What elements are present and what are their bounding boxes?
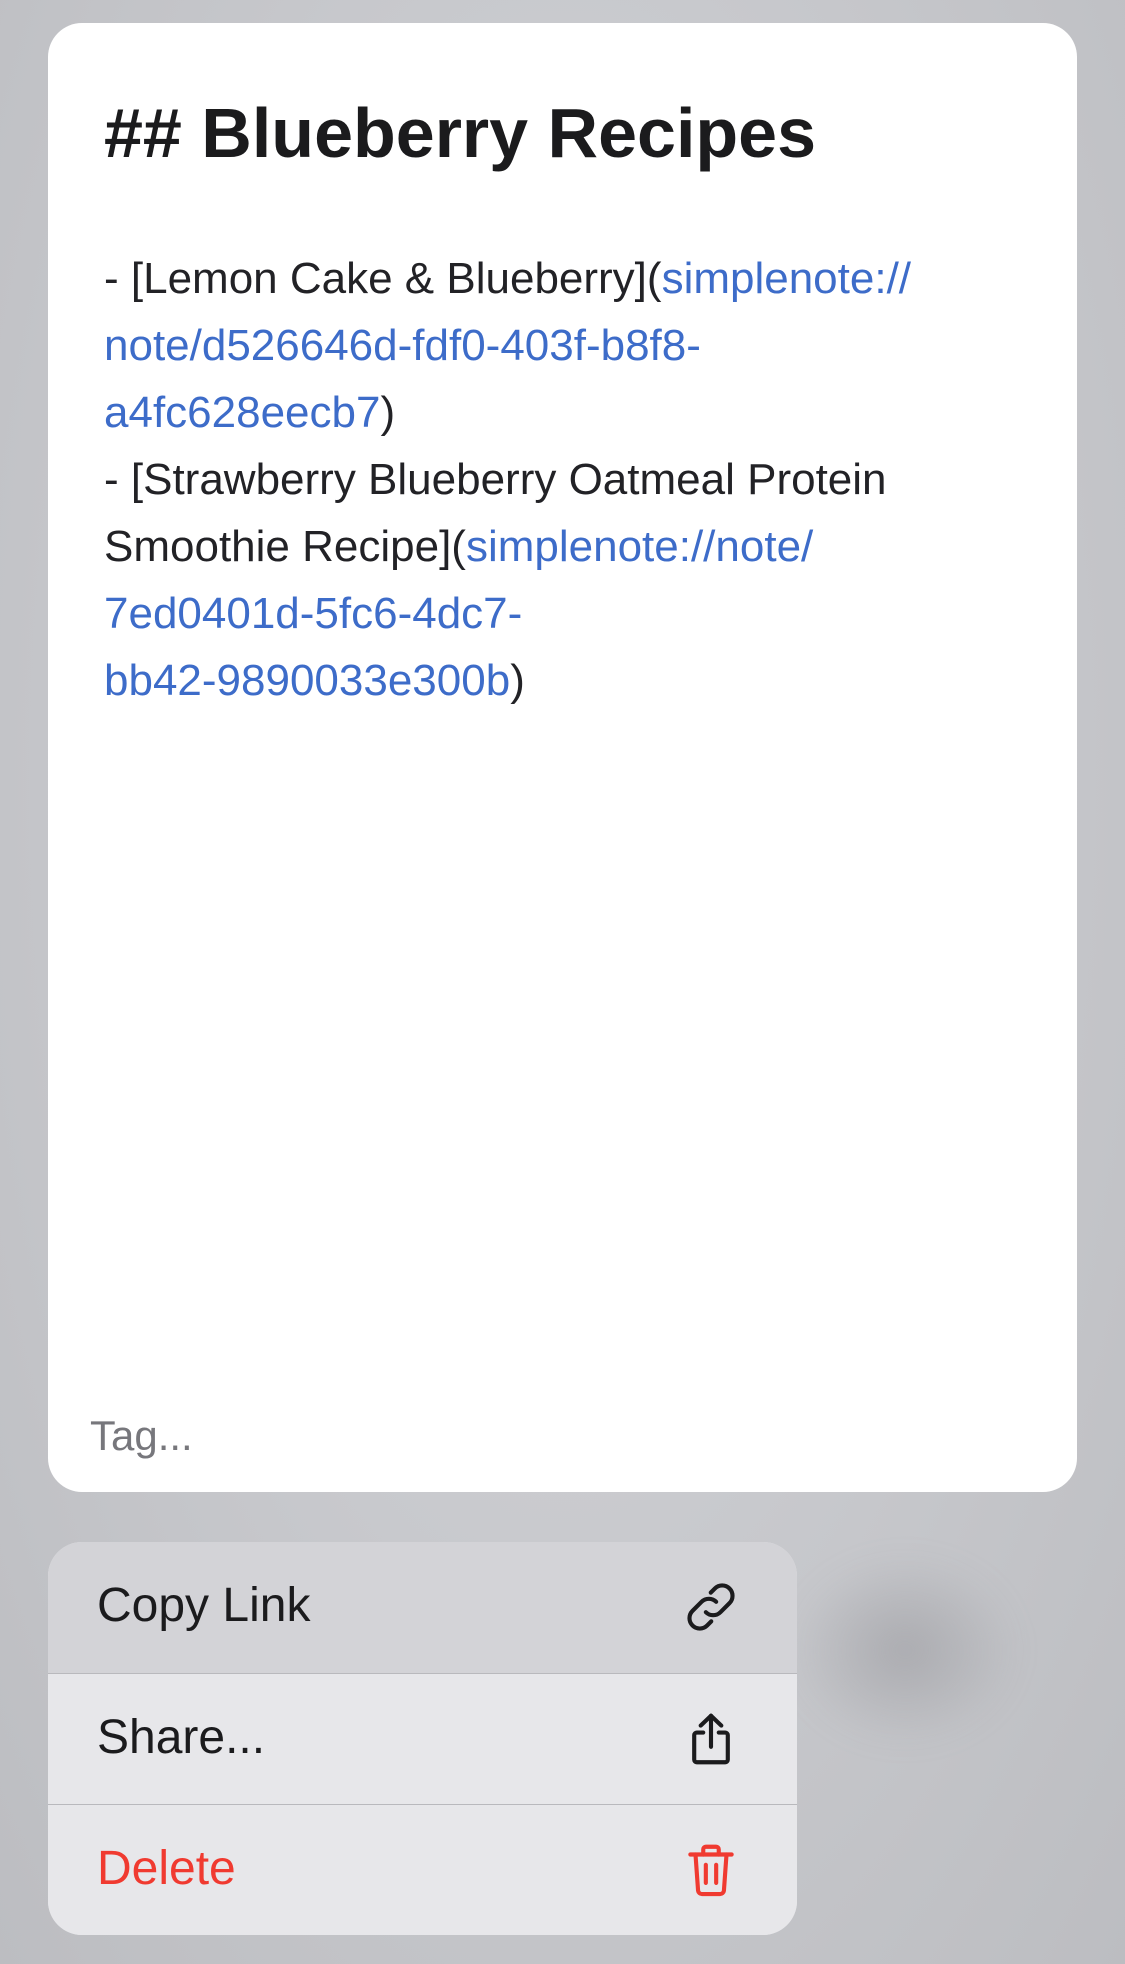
- note-text: ): [380, 388, 396, 437]
- note-link-text[interactable]: 7ed0401d-5fc6-4dc7-: [104, 589, 522, 638]
- delete-menu-item[interactable]: Delete: [48, 1805, 797, 1935]
- note-link-text[interactable]: note/d526646d-fdf0-403f-b8f8-: [104, 321, 701, 370]
- note-text: Smoothie Recipe](: [104, 522, 466, 571]
- context-menu: Copy Link Share... Delete: [48, 1542, 797, 1935]
- delete-label: Delete: [97, 1842, 236, 1895]
- note-body-line: - [Lemon Cake & Blueberry](simplenote://: [104, 245, 1044, 312]
- note-body: - [Lemon Cake & Blueberry](simplenote://…: [104, 245, 1044, 714]
- trash-icon: [688, 1844, 734, 1897]
- note-text: ): [510, 656, 525, 705]
- note-title: ## Blueberry Recipes: [104, 94, 817, 172]
- note-preview-card[interactable]: ## Blueberry Recipes - [Lemon Cake & Blu…: [48, 23, 1077, 1492]
- copy-link-label: Copy Link: [97, 1579, 311, 1632]
- note-link-text[interactable]: bb42-9890033e300b: [104, 656, 510, 705]
- note-body-line: bb42-9890033e300b): [104, 647, 1044, 714]
- copy-link-menu-item[interactable]: Copy Link: [48, 1542, 797, 1673]
- note-body-line: - [Strawberry Blueberry Oatmeal Protein: [104, 446, 1044, 513]
- note-body-line: Smoothie Recipe](simplenote://note/: [104, 513, 1044, 580]
- note-text: - [Lemon Cake & Blueberry](: [104, 254, 662, 303]
- note-link-text[interactable]: simplenote://: [662, 254, 911, 303]
- tag-input[interactable]: Tag...: [90, 1406, 590, 1466]
- note-body-line: note/d526646d-fdf0-403f-b8f8-: [104, 312, 1044, 379]
- note-link-text[interactable]: a4fc628eecb7: [104, 388, 380, 437]
- link-icon: [687, 1583, 735, 1631]
- note-body-line: a4fc628eecb7): [104, 379, 1044, 446]
- note-text: - [Strawberry Blueberry Oatmeal Protein: [104, 455, 887, 504]
- share-icon: [692, 1713, 730, 1765]
- share-label: Share...: [97, 1711, 266, 1764]
- share-menu-item[interactable]: Share...: [48, 1674, 797, 1805]
- blurred-background-content: [790, 1555, 1020, 1745]
- note-body-line: 7ed0401d-5fc6-4dc7-: [104, 580, 1044, 647]
- note-link-text[interactable]: simplenote://note/: [466, 522, 813, 571]
